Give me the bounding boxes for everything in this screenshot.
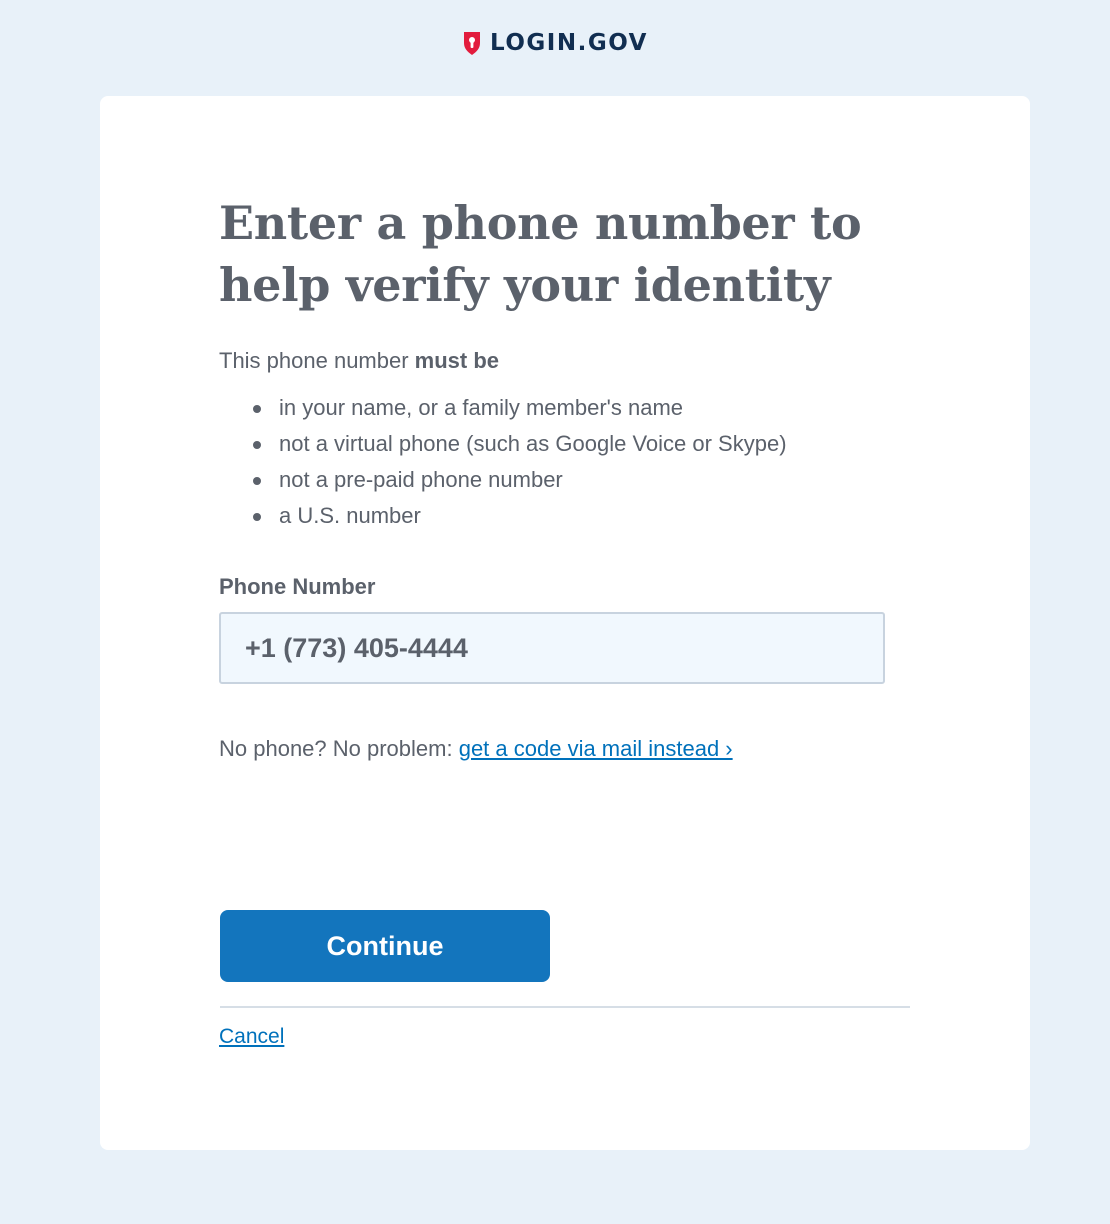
requirement-item: in your name, or a family member's name: [253, 390, 909, 426]
intro-emphasis: must be: [414, 348, 500, 373]
form-content: Enter a phone number to help verify your…: [219, 192, 909, 764]
phone-number-label: Phone Number: [219, 574, 376, 599]
divider: [220, 1006, 910, 1008]
intro-text: This phone number must be: [219, 346, 909, 376]
site-header: LOGIN.GOV: [0, 28, 1110, 58]
requirements-list: in your name, or a family member's name …: [219, 390, 909, 534]
cancel-container: Cancel: [219, 1022, 284, 1052]
mail-alternative-prefix: No phone? No problem:: [219, 736, 459, 761]
login-gov-logo[interactable]: LOGIN.GOV: [462, 30, 648, 56]
mail-alternative-text: No phone? No problem: get a code via mai…: [219, 734, 909, 764]
requirement-item: a U.S. number: [253, 498, 909, 534]
cancel-link[interactable]: Cancel: [219, 1025, 284, 1048]
continue-button[interactable]: Continue: [220, 910, 550, 982]
requirement-item: not a pre-paid phone number: [253, 462, 909, 498]
page-title: Enter a phone number to help verify your…: [219, 196, 862, 312]
requirement-item: not a virtual phone (such as Google Voic…: [253, 426, 909, 462]
shield-lock-icon: [462, 30, 482, 56]
main-card: Enter a phone number to help verify your…: [100, 96, 1030, 1150]
mail-code-link[interactable]: get a code via mail instead ›: [459, 736, 733, 761]
phone-number-input[interactable]: [219, 612, 885, 684]
intro-prefix: This phone number: [219, 348, 415, 373]
logo-text: LOGIN.GOV: [490, 30, 648, 56]
